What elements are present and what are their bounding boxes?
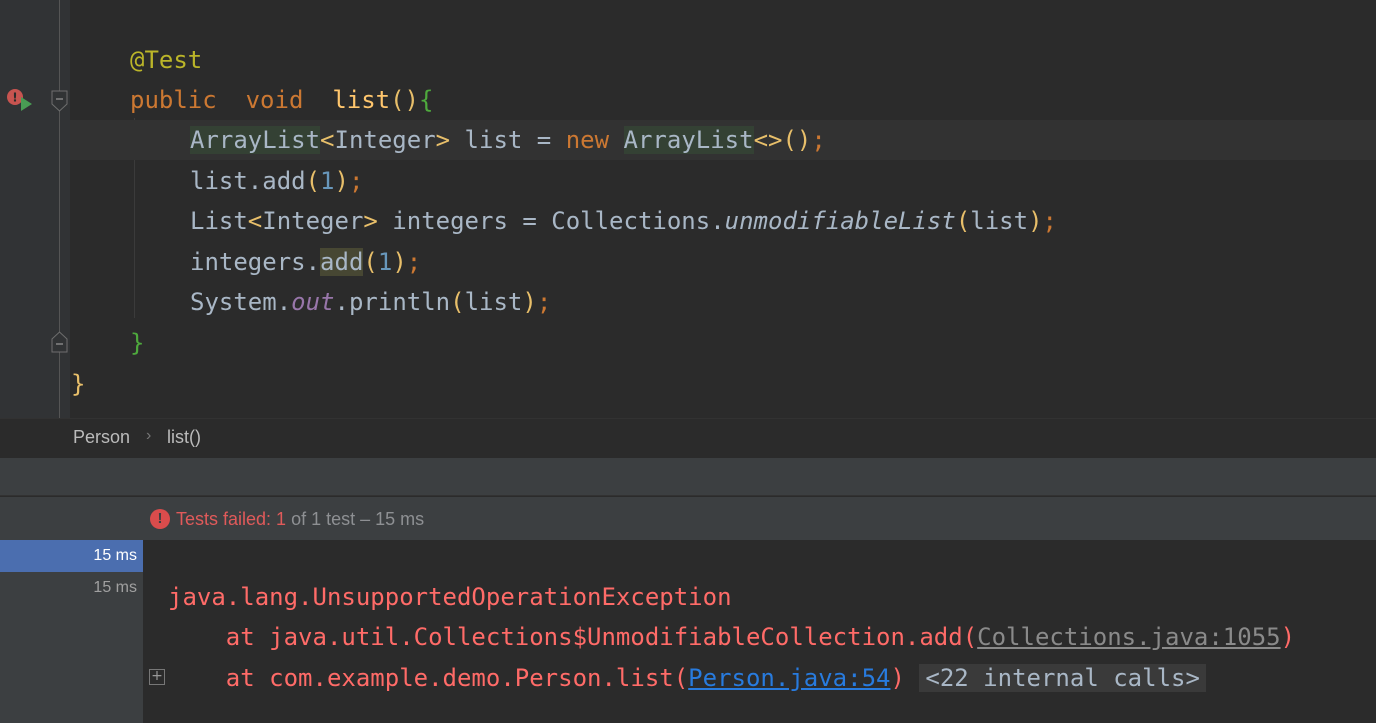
gutter-divider (59, 0, 60, 418)
test-tree: 15 ms 15 ms (0, 540, 143, 723)
method-unmodifiable-list: unmodifiableList (724, 207, 956, 235)
code-line-signature: public void list(){ (0, 80, 433, 120)
code-editor[interactable]: ! @Test public void list(){ ArrayList<In… (0, 0, 1376, 418)
keyword-new: new (565, 126, 610, 154)
keyword-public: public (130, 86, 217, 114)
stack-frame-1: at java.util.Collections$UnmodifiableCol… (168, 623, 1296, 651)
warning-highlight-add: add (320, 248, 364, 276)
test-tree-row-list[interactable]: 15 ms (0, 572, 143, 604)
error-icon: ! (150, 509, 170, 529)
expand-icon[interactable]: + (149, 669, 165, 685)
breadcrumb-separator: › (146, 427, 152, 444)
method-open-brace: { (419, 86, 434, 114)
breadcrumb-method[interactable]: list() (167, 427, 201, 448)
code-line-annotation: @Test (0, 40, 202, 80)
tests-failed-label: Tests failed: 1 (176, 509, 287, 529)
internal-calls-fold[interactable]: <22 internal calls> (919, 664, 1206, 692)
stack-frame-2: at com.example.demo.Person.list(Person.j… (168, 658, 1206, 698)
code-line-current: ArrayList<Integer> list = new ArrayList<… (70, 120, 1376, 160)
console-output[interactable]: java.lang.UnsupportedOperationException … (143, 540, 1376, 723)
test-tree-row-root[interactable]: 15 ms (0, 540, 143, 572)
method-parens: () (390, 86, 420, 114)
field-out: out (291, 288, 335, 316)
link-person-java[interactable]: Person.java:54 (688, 664, 890, 692)
type-arraylist-2: ArrayList (623, 126, 754, 154)
code-line-unmodifiable: List<Integer> integers = Collections.unm… (190, 207, 1057, 235)
code-line-close-class: } (0, 364, 85, 404)
breadcrumb-class[interactable]: Person (73, 427, 130, 448)
code-line-add: list.add(1); (190, 167, 364, 195)
test-status-bar: ! Tests failed: 1 of 1 test – 15 ms (0, 496, 1376, 540)
type-arraylist: ArrayList (190, 126, 321, 154)
code-line-close-method: } (0, 323, 144, 363)
keyword-void: void (245, 86, 304, 114)
test-annotation: @Test (130, 46, 203, 74)
exception-line: java.lang.UnsupportedOperationException (168, 583, 732, 611)
link-collections-java[interactable]: Collections.java:1055 (977, 623, 1280, 651)
class-close-brace: } (71, 370, 86, 398)
method-close-brace: } (130, 329, 145, 357)
panel-splitter[interactable] (0, 458, 1376, 496)
breadcrumb: Person › list() (0, 418, 1376, 458)
tests-summary: of 1 test – 15 ms (286, 509, 425, 529)
code-line-println: System.out.println(list); (190, 288, 552, 316)
method-name: list (332, 86, 391, 114)
code-line-integers-add: integers.add(1); (190, 248, 422, 276)
